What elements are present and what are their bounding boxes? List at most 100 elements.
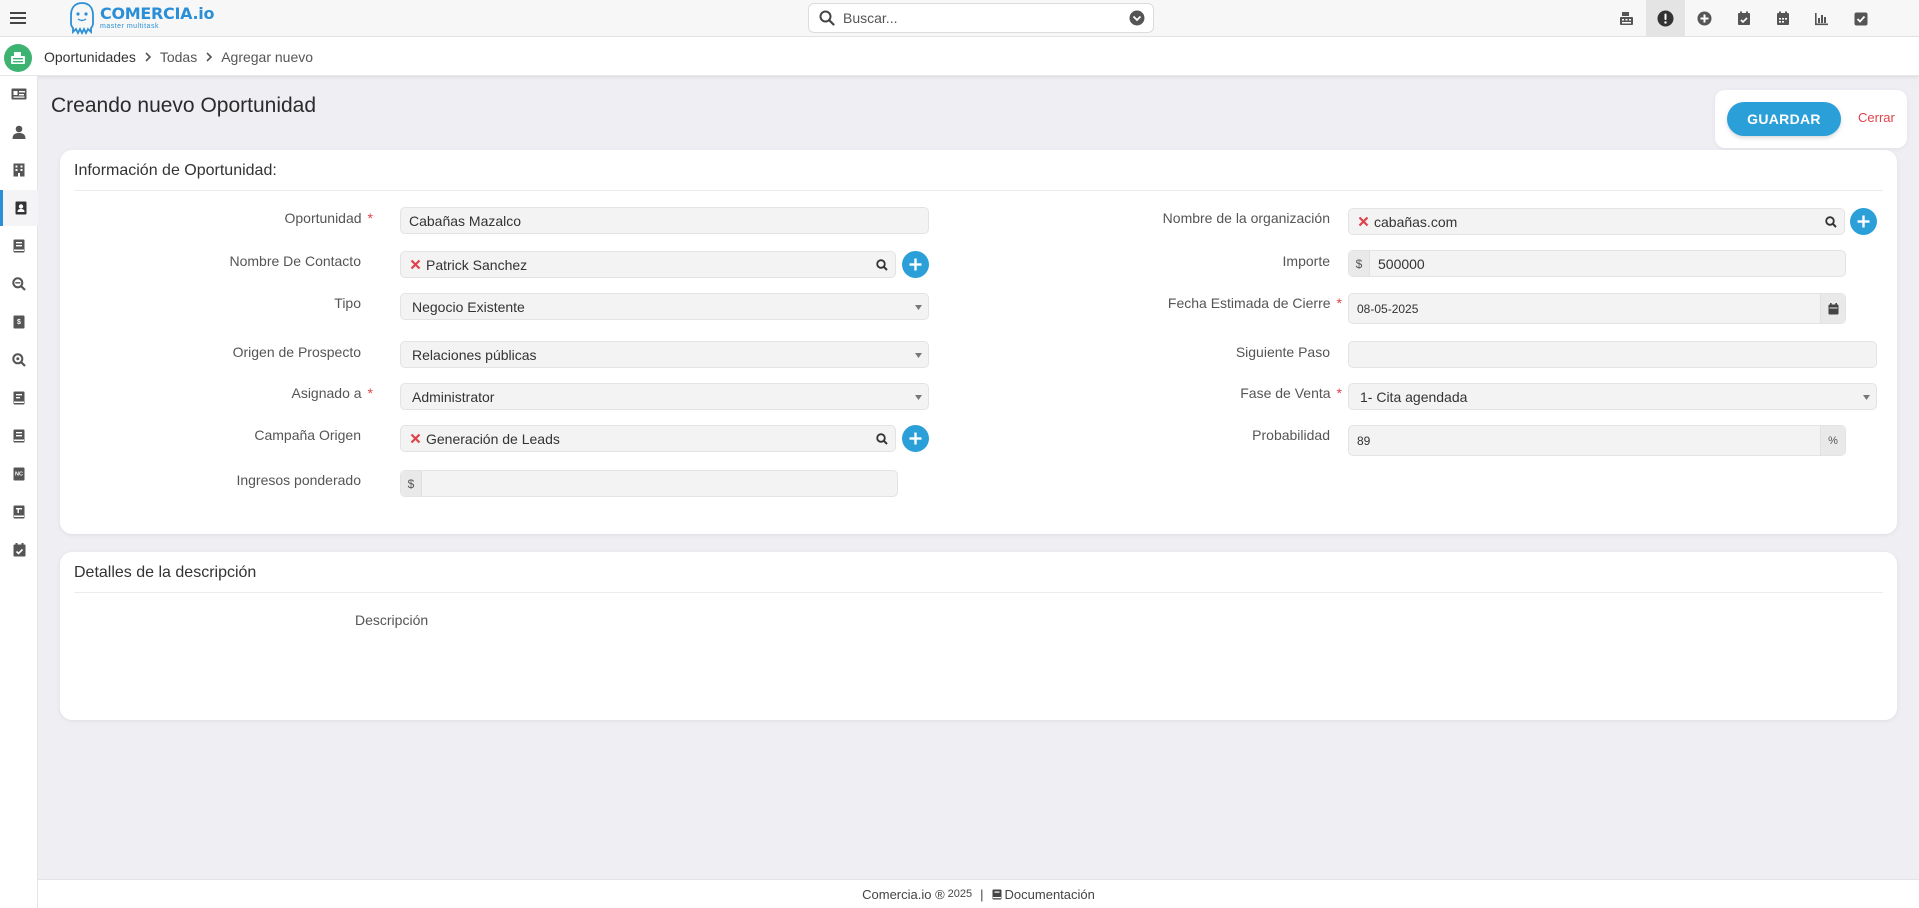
alert-circle-icon[interactable] xyxy=(1646,0,1685,37)
sidebar-item-id-card-icon[interactable] xyxy=(0,76,38,112)
breadcrumb-module[interactable]: Oportunidades xyxy=(44,49,136,65)
contacto-relate-field[interactable]: Patrick Sanchez xyxy=(400,251,896,278)
close-link[interactable]: Cerrar xyxy=(1858,110,1895,125)
book-icon xyxy=(992,889,1002,899)
caret-down-icon xyxy=(915,395,922,400)
asignado-select[interactable]: Administrator xyxy=(400,383,929,410)
field-label-fase: Fase de Venta * xyxy=(1240,385,1342,401)
opportunities-module-icon[interactable] xyxy=(4,44,32,72)
breadcrumb-list[interactable]: Todas xyxy=(160,49,197,65)
form-actions: GUARDAR Cerrar xyxy=(1715,90,1907,148)
sidebar-item-book-icon[interactable] xyxy=(0,494,38,530)
documentation-link[interactable]: Documentación xyxy=(992,887,1095,902)
search-input[interactable] xyxy=(843,10,1129,26)
search-icon[interactable] xyxy=(876,259,888,271)
left-sidebar: $ NC xyxy=(0,76,38,908)
field-label-asignado: Asignado a * xyxy=(291,385,373,401)
currency-addon: $ xyxy=(401,471,422,496)
app-logo[interactable]: COMERCIA.io master multitask xyxy=(68,1,214,35)
sidebar-item-nc-doc-icon[interactable]: NC xyxy=(0,456,38,492)
add-organization-button[interactable] xyxy=(1850,208,1877,235)
sidebar-item-search-icon[interactable] xyxy=(0,342,38,378)
footer-year: 2025 xyxy=(947,888,973,900)
sidebar-item-book-icon[interactable] xyxy=(0,228,38,264)
sidebar-item-contact-book-icon[interactable] xyxy=(0,190,38,226)
add-contact-button[interactable] xyxy=(902,251,929,278)
sidebar-item-calendar-check-icon[interactable] xyxy=(0,532,38,568)
fase-select[interactable]: 1- Cita agendada xyxy=(1348,383,1877,410)
chevron-right-icon xyxy=(206,51,213,62)
cash-register-icon[interactable] xyxy=(1607,0,1646,37)
octopus-logo-icon xyxy=(70,2,94,35)
divider xyxy=(74,592,1883,593)
field-label-organizacion: Nombre de la organización xyxy=(1162,210,1330,226)
hamburger-menu-icon[interactable] xyxy=(9,9,27,27)
clear-x-icon[interactable] xyxy=(410,433,421,444)
breadcrumb-bar: Oportunidades Todas Agregar nuevo xyxy=(0,37,1919,76)
ingresos-input[interactable]: $ xyxy=(400,470,898,497)
save-button[interactable]: GUARDAR xyxy=(1727,102,1841,136)
plus-icon xyxy=(909,432,922,445)
field-label-oportunidad: Oportunidad * xyxy=(284,210,373,226)
tipo-select[interactable]: Negocio Existente xyxy=(400,293,929,320)
top-bar: COMERCIA.io master multitask xyxy=(0,0,1919,37)
oportunidad-input[interactable]: Cabañas Mazalco xyxy=(400,207,929,234)
sidebar-item-dollar-doc-icon[interactable]: $ xyxy=(0,304,38,340)
footer: Comercia.io ® 2025 | Documentación xyxy=(38,879,1919,908)
panel-title: Detalles de la descripción xyxy=(74,564,257,581)
footer-brand: Comercia.io ® xyxy=(862,886,945,902)
check-square-icon[interactable] xyxy=(1841,0,1880,37)
clear-x-icon[interactable] xyxy=(1358,216,1369,227)
field-label-contacto: Nombre De Contacto xyxy=(229,253,361,269)
percent-addon: % xyxy=(1820,426,1845,455)
field-label-campana: Campaña Origen xyxy=(254,427,361,443)
sidebar-item-book-icon[interactable] xyxy=(0,380,38,416)
origen-select[interactable]: Relaciones públicas xyxy=(400,341,929,368)
calendar-icon[interactable] xyxy=(1763,0,1802,37)
svg-text:$: $ xyxy=(17,319,21,326)
divider xyxy=(74,190,1883,191)
footer-separator: | xyxy=(980,886,984,902)
breadcrumb: Oportunidades Todas Agregar nuevo xyxy=(44,37,313,76)
clear-x-icon[interactable] xyxy=(410,259,421,270)
logo-tagline: master multitask xyxy=(100,23,159,30)
field-label-siguiente: Siguiente Paso xyxy=(1235,344,1330,360)
plus-icon xyxy=(1857,215,1870,228)
sidebar-item-user-icon[interactable] xyxy=(0,114,38,150)
currency-addon: $ xyxy=(1349,251,1370,276)
organizacion-relate-field[interactable]: cabañas.com xyxy=(1348,208,1845,235)
campana-relate-field[interactable]: Generación de Leads xyxy=(400,425,896,452)
field-label-origen: Origen de Prospecto xyxy=(232,344,361,360)
documentation-label: Documentación xyxy=(1004,886,1095,902)
field-label-probabilidad: Probabilidad xyxy=(1252,427,1330,443)
field-label-descripcion: Descripción xyxy=(355,612,429,628)
calendar-picker-button[interactable] xyxy=(1820,294,1845,323)
sidebar-item-book-icon[interactable] xyxy=(0,418,38,454)
fecha-input[interactable]: 08-05-2025 xyxy=(1348,293,1846,324)
probabilidad-input[interactable]: 89 % xyxy=(1348,425,1846,456)
search-icon[interactable] xyxy=(876,433,888,445)
bar-chart-icon[interactable] xyxy=(1802,0,1841,37)
importe-input[interactable]: $ 500000 xyxy=(1348,250,1846,277)
topbar-actions xyxy=(1607,0,1880,37)
calendar-icon xyxy=(1828,302,1838,314)
field-label-tipo: Tipo xyxy=(334,295,361,311)
panel-title: Información de Oportunidad: xyxy=(74,162,277,179)
siguiente-paso-input[interactable] xyxy=(1348,341,1877,368)
svg-text:NC: NC xyxy=(15,472,23,478)
caret-down-icon xyxy=(1863,395,1870,400)
sidebar-item-building-icon[interactable] xyxy=(0,152,38,188)
calendar-check-icon[interactable] xyxy=(1724,0,1763,37)
field-label-ingresos: Ingresos ponderado xyxy=(236,472,361,488)
opportunity-info-panel: Información de Oportunidad: Oportunidad *… xyxy=(60,150,1897,534)
field-label-importe: Importe xyxy=(1282,253,1330,269)
caret-down-icon xyxy=(915,353,922,358)
chevron-right-icon xyxy=(145,51,151,62)
chevron-down-circle-icon[interactable] xyxy=(1129,10,1145,26)
add-campaign-button[interactable] xyxy=(902,425,929,452)
search-icon xyxy=(819,10,835,26)
search-icon[interactable] xyxy=(1825,216,1837,228)
plus-circle-icon[interactable] xyxy=(1685,0,1724,37)
sidebar-item-search-icon[interactable] xyxy=(0,266,38,302)
plus-icon xyxy=(909,258,922,271)
